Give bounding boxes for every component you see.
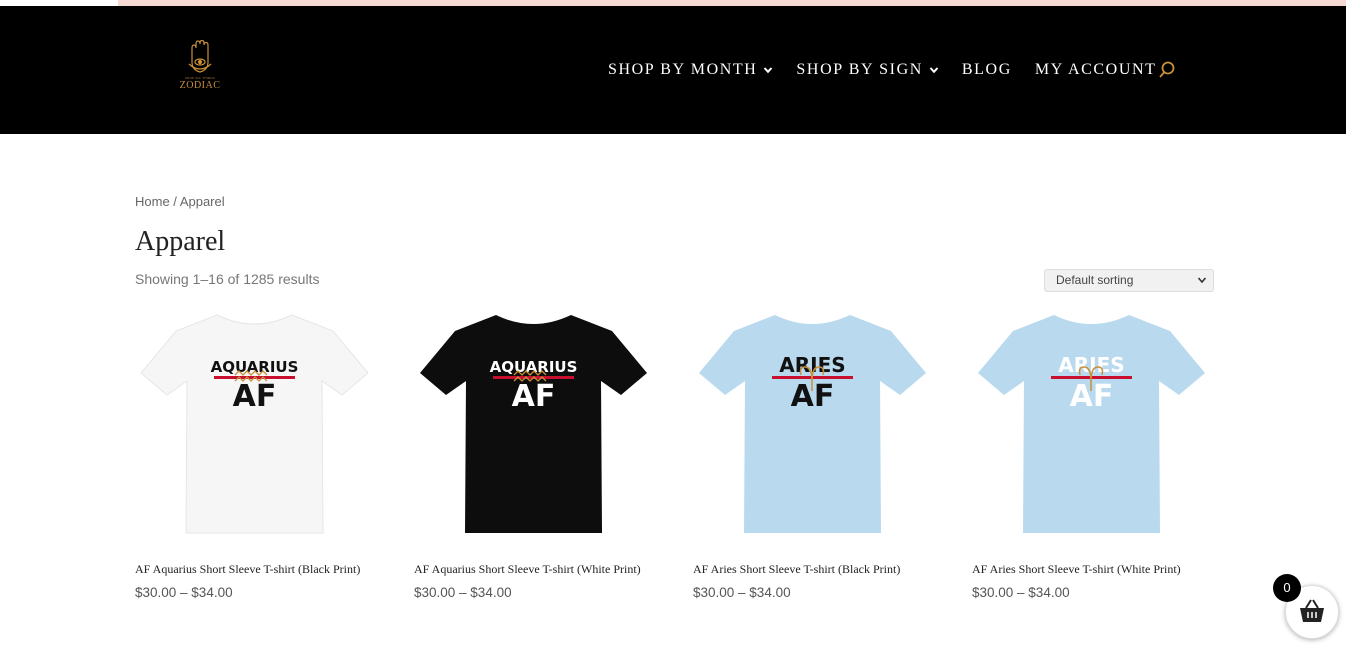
breadcrumb-home-link[interactable]: Home [135, 194, 170, 209]
nav-blog[interactable]: BLOG [962, 61, 1012, 79]
product-card: AQUARIUS AF AF Aquarius Short Sleeve T-sh… [414, 311, 653, 600]
product-title[interactable]: AF Aries Short Sleeve T-shirt (White Pri… [972, 562, 1202, 576]
product-card: AQUARIUS AF AF Aquarius Short Sleeve T-sh… [135, 311, 374, 600]
breadcrumb-current: Apparel [179, 194, 225, 209]
basket-icon [1300, 599, 1324, 622]
nav-shop-by-sign[interactable]: SHOP BY SIGN [796, 61, 939, 79]
page-title: Apparel [135, 226, 226, 257]
print-af-text: AF [512, 379, 556, 414]
search-icon[interactable] [1158, 60, 1176, 80]
tshirt-body [978, 315, 1205, 533]
chevron-down-icon [1197, 277, 1207, 284]
print-af-text: AF [791, 379, 835, 414]
hamsa-logo-icon [188, 40, 212, 73]
product-title[interactable]: AF Aquarius Short Sleeve T-shirt (Black … [135, 562, 365, 576]
product-price: $30.00 – $34.00 [135, 585, 233, 600]
tshirt-image: ARIESAF [699, 315, 926, 533]
nav-label: SHOP BY SIGN [796, 61, 923, 78]
nav-label: MY ACCOUNT [1034, 61, 1157, 78]
product-image[interactable]: ARIES AF [693, 311, 932, 540]
logo-wordmark: ZODIAC [179, 80, 221, 91]
product-image[interactable]: AQUARIUS AF [135, 311, 374, 540]
breadcrumb: Home / Apparel [135, 194, 225, 209]
product-price: $30.00 – $34.00 [414, 585, 512, 600]
breadcrumb-separator: / [169, 194, 180, 209]
chevron-down-icon [929, 67, 939, 74]
tshirt-body [699, 315, 926, 533]
print-af-text: AF [233, 379, 277, 414]
site-logo[interactable]: SHOP ALL THINGS ZODIAC [170, 40, 230, 102]
nav-label: BLOG [961, 61, 1012, 78]
product-image[interactable]: ARIES AF [972, 311, 1211, 540]
main-nav: SHOP BY MONTH SHOP BY SIGN BLOG MY ACCOU… [608, 60, 1180, 80]
tshirt-image: ARIESAF [978, 315, 1205, 533]
cart-count-badge: 0 [1273, 574, 1301, 602]
nav-my-account[interactable]: MY ACCOUNT [1035, 61, 1157, 79]
product-card: ARIES AF AF Aries Short Sleeve T-shirt (B… [693, 311, 932, 600]
print-sign-text: AQUARIUS [490, 358, 578, 376]
tshirt-image: AQUARIUS AF [140, 314, 369, 534]
sort-select[interactable]: Default sorting [1044, 269, 1214, 292]
product-image[interactable]: AQUARIUS AF [414, 311, 653, 540]
product-price: $30.00 – $34.00 [693, 585, 791, 600]
product-price: $30.00 – $34.00 [972, 585, 1070, 600]
print-sign-text: AQUARIUS [211, 358, 299, 376]
nav-label: SHOP BY MONTH [608, 61, 758, 78]
tshirt-image: AQUARIUS AF [420, 315, 647, 533]
result-count: Showing 1–16 of 1285 results [135, 271, 320, 287]
nav-shop-by-month[interactable]: SHOP BY MONTH [608, 61, 773, 79]
product-card: ARIES AF AF Aries Short Sleeve T-shirt (W… [972, 311, 1211, 600]
print-af-text: AF [1070, 379, 1114, 414]
site-header: SHOP ALL THINGS ZODIAC SHOP BY MONTH SHO… [0, 6, 1346, 134]
sort-selected-label: Default sorting [1056, 273, 1134, 287]
tshirt-body [140, 314, 369, 534]
chevron-down-icon [764, 67, 773, 74]
product-title[interactable]: AF Aquarius Short Sleeve T-shirt (White … [414, 562, 644, 576]
product-title[interactable]: AF Aries Short Sleeve T-shirt (Black Pri… [693, 562, 923, 576]
tshirt-body [420, 315, 647, 533]
